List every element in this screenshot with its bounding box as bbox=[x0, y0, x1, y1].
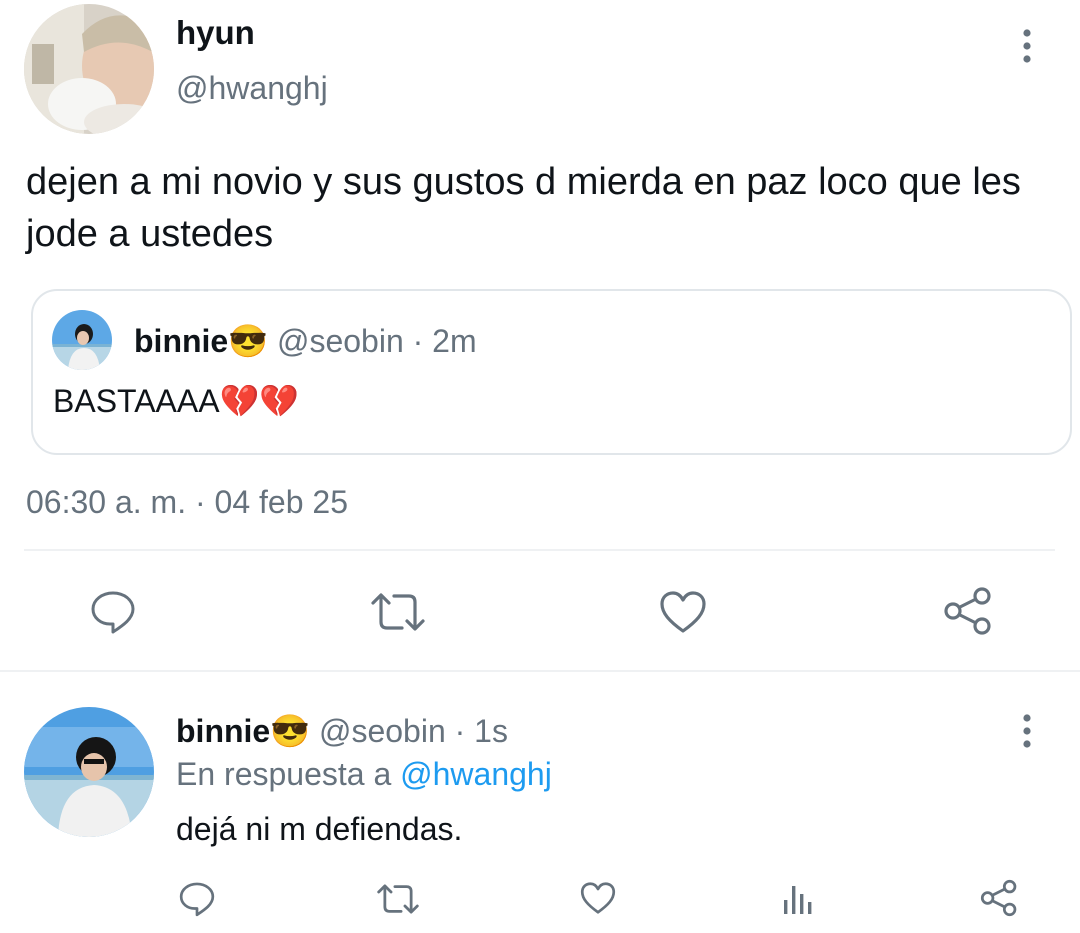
reply-context-label: En respuesta a bbox=[176, 756, 392, 792]
reply-context-handle-link[interactable]: @hwanghj bbox=[400, 756, 552, 792]
reply-tweet-display-name[interactable]: binnie😎 bbox=[176, 713, 310, 749]
divider bbox=[0, 670, 1080, 672]
quoted-tweet-handle[interactable]: @seobin bbox=[277, 323, 404, 359]
main-tweet-display-name[interactable]: hyun bbox=[176, 14, 255, 52]
more-options-icon[interactable] bbox=[1012, 28, 1042, 64]
reply-tweet-handle[interactable]: @seobin bbox=[319, 713, 446, 749]
reply-tweet-time: · 1s bbox=[454, 713, 508, 749]
like-icon[interactable] bbox=[580, 881, 616, 915]
more-options-icon[interactable] bbox=[1012, 713, 1042, 749]
main-tweet-text: dejen a mi novio y sus gustos d mierda e… bbox=[26, 161, 1021, 255]
quoted-tweet-display-name[interactable]: binnie😎 bbox=[134, 323, 268, 359]
reply-tweet-avatar[interactable] bbox=[24, 707, 154, 837]
quoted-tweet-time: · 2m bbox=[412, 323, 477, 359]
retweet-icon[interactable] bbox=[376, 882, 420, 916]
reply-tweet-text: dejá ni m defiendas. bbox=[176, 811, 463, 847]
tweet-timestamp[interactable]: 06:30 a. m. · 04 feb 25 bbox=[26, 484, 348, 521]
main-tweet-avatar[interactable] bbox=[24, 4, 154, 134]
like-icon[interactable] bbox=[659, 590, 707, 634]
share-icon[interactable] bbox=[980, 879, 1018, 917]
main-tweet-handle[interactable]: @hwanghj bbox=[176, 70, 328, 107]
reply-icon[interactable] bbox=[178, 880, 216, 918]
retweet-icon[interactable] bbox=[370, 590, 426, 634]
reply-icon[interactable] bbox=[89, 588, 137, 636]
quoted-tweet-text: BASTAAAA💔💔 bbox=[53, 383, 300, 419]
quoted-tweet-avatar[interactable] bbox=[52, 310, 112, 370]
views-icon[interactable] bbox=[782, 882, 814, 916]
quoted-tweet-card[interactable] bbox=[31, 289, 1072, 455]
share-icon[interactable] bbox=[943, 586, 993, 636]
divider bbox=[24, 549, 1055, 551]
